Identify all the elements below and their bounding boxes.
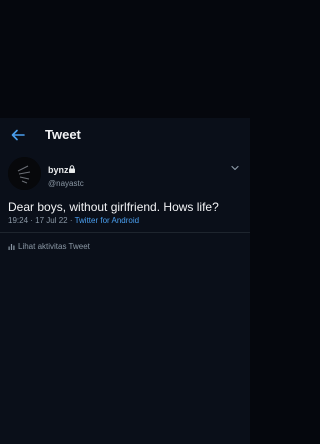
tweet-time: 19:24 (8, 216, 29, 225)
bar-chart-icon (8, 244, 15, 250)
tweet-date: 17 Jul 22 (35, 216, 68, 225)
chevron-down-icon[interactable] (230, 164, 240, 172)
avatar[interactable] (8, 157, 41, 190)
lock-icon (69, 165, 75, 173)
page-title: Tweet (45, 127, 81, 142)
author-name[interactable]: bynz (48, 165, 69, 175)
meta-separator: · (67, 216, 75, 225)
divider (0, 232, 250, 233)
top-app-bar: Tweet (0, 118, 250, 152)
view-activity-button[interactable]: Lihat aktivitas Tweet (8, 242, 90, 251)
tweet-detail-panel (0, 152, 250, 444)
author-handle[interactable]: @nayastc (48, 179, 84, 188)
tweet-source-link[interactable]: Twitter for Android (75, 216, 139, 225)
tweet-meta: 19:24 · 17 Jul 22 · Twitter for Android (8, 216, 139, 225)
avatar-image (8, 157, 41, 190)
arrow-left-icon[interactable] (10, 127, 26, 143)
tweet-text: Dear boys, without girlfriend. Hows life… (8, 200, 219, 214)
view-activity-label: Lihat aktivitas Tweet (18, 242, 90, 251)
